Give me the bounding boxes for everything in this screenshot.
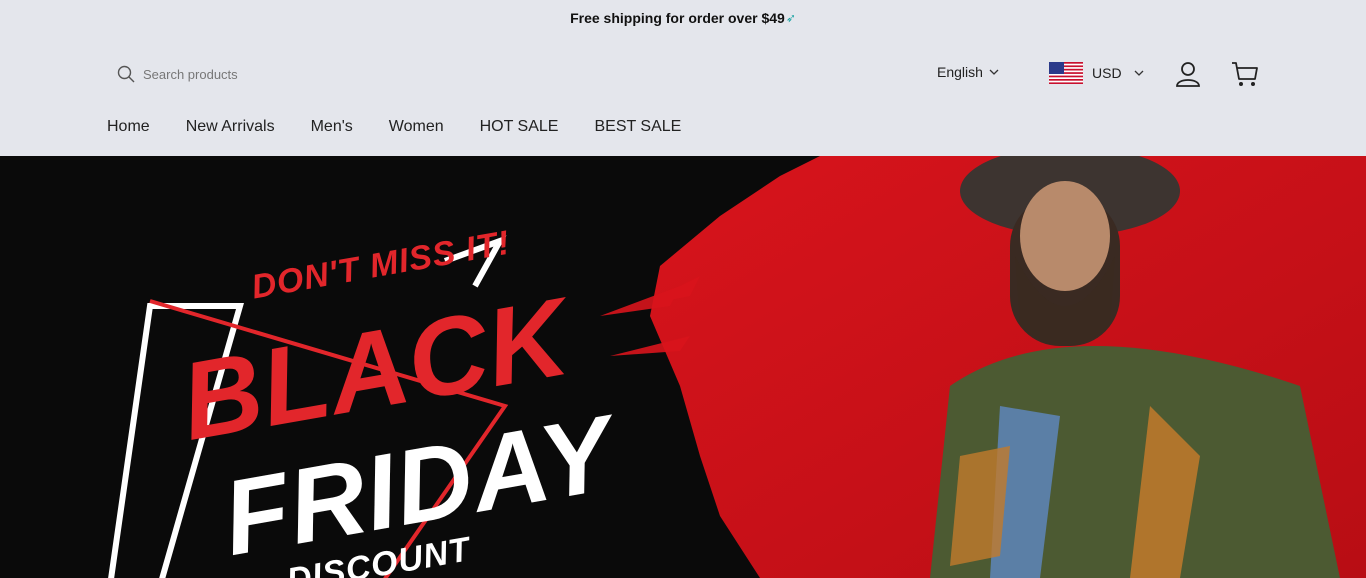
- chevron-down-icon: [1134, 70, 1144, 76]
- currency-label: USD: [1092, 65, 1122, 81]
- nav-item-best-sale[interactable]: BEST SALE: [594, 118, 681, 136]
- search-bar[interactable]: [116, 62, 436, 86]
- site-header: English USD Home New Arrival: [0, 36, 1366, 156]
- main-nav: Home New Arrivals Men's Women HOT SALE B…: [107, 118, 681, 136]
- search-icon[interactable]: [116, 64, 136, 84]
- hero-banner[interactable]: DON'T MISS IT! BLACK FRIDAY DISCOUNT: [0, 156, 1366, 578]
- nav-item-home[interactable]: Home: [107, 118, 150, 136]
- user-icon[interactable]: [1174, 60, 1202, 88]
- currency-selector[interactable]: USD: [1049, 62, 1144, 84]
- announcement-text: Free shipping for order over $49: [570, 10, 785, 26]
- language-selector[interactable]: English: [937, 64, 999, 80]
- rocket-icon: ➶: [785, 11, 796, 25]
- language-label: English: [937, 64, 983, 80]
- nav-item-mens[interactable]: Men's: [311, 118, 353, 136]
- us-flag-icon: [1049, 62, 1083, 84]
- announcement-bar: Free shipping for order over $49 ➶: [0, 0, 1366, 36]
- search-input[interactable]: [143, 66, 403, 82]
- nav-item-hot-sale[interactable]: HOT SALE: [480, 118, 559, 136]
- chevron-down-icon: [989, 69, 999, 75]
- nav-item-new-arrivals[interactable]: New Arrivals: [186, 118, 275, 136]
- nav-item-women[interactable]: Women: [389, 118, 444, 136]
- cart-icon[interactable]: [1230, 60, 1260, 88]
